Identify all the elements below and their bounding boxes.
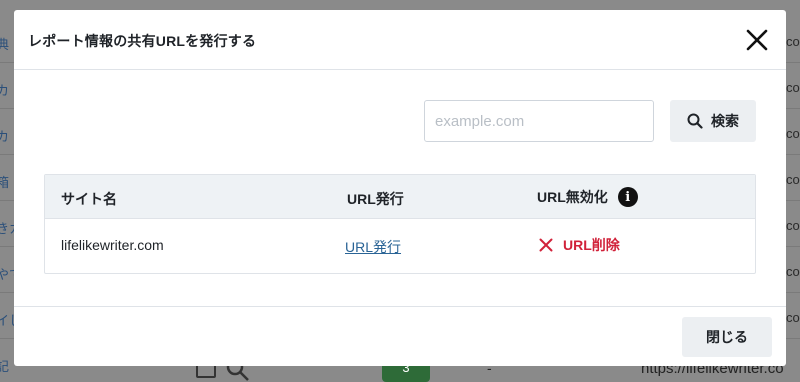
- issue-url-link[interactable]: URL発行: [345, 237, 401, 257]
- background-text: co: [786, 310, 800, 325]
- column-header-issue: URL発行: [347, 189, 404, 209]
- table-row: lifelikewriter.com URL発行 URL削除: [45, 219, 755, 273]
- search-button-label: 検索: [711, 113, 739, 129]
- table-header: サイト名 URL発行 URL無効化 i: [45, 175, 755, 219]
- column-header-revoke: URL無効化 i: [537, 187, 638, 207]
- background-text: co: [786, 218, 800, 233]
- background-text: やて: [0, 267, 14, 282]
- background-text: co: [786, 172, 800, 187]
- close-footer-button[interactable]: 閉じる: [682, 317, 772, 357]
- background-text: きカ: [0, 221, 14, 236]
- search-input[interactable]: [424, 100, 654, 142]
- column-header-site-label: サイト名: [61, 191, 117, 207]
- background-text: 箱: [0, 175, 10, 190]
- column-header-site: サイト名: [61, 189, 117, 209]
- background-text: co: [786, 80, 800, 95]
- background-text: 典: [0, 37, 10, 52]
- modal-header: レポート情報の共有URLを発行する: [14, 10, 786, 70]
- delete-url-label: URL削除: [563, 237, 620, 253]
- background-text: co: [786, 126, 800, 141]
- site-name: lifelikewriter.com: [61, 237, 164, 253]
- site-table: サイト名 URL発行 URL無効化 i lifelikewriter.com U…: [44, 174, 756, 274]
- delete-url-button[interactable]: URL削除: [539, 235, 620, 255]
- modal-title: レポート情報の共有URLを発行する: [28, 33, 257, 49]
- background-text: イし: [0, 313, 14, 328]
- delete-x-icon: [539, 238, 553, 252]
- info-icon[interactable]: i: [617, 187, 638, 207]
- close-button[interactable]: [744, 27, 770, 53]
- search-button[interactable]: 検索: [670, 100, 756, 142]
- column-header-revoke-label: URL無効化: [537, 189, 608, 205]
- background-text: カ: [0, 83, 10, 98]
- background-text: カ: [0, 129, 10, 144]
- search-icon: [687, 113, 703, 129]
- background-right-column: co co co co co co co: [786, 0, 800, 382]
- share-url-modal: レポート情報の共有URLを発行する 検索 サイト名 URL発行: [14, 10, 786, 366]
- background-left-column: 典 カ カ 箱 きカ やて イし 記: [0, 0, 14, 382]
- close-icon: [746, 29, 768, 51]
- background-text: co: [786, 264, 800, 279]
- modal-footer: 閉じる: [14, 306, 786, 366]
- column-header-issue-label: URL発行: [347, 191, 404, 207]
- search-row: 検索: [14, 100, 786, 144]
- background-text: co: [786, 34, 800, 49]
